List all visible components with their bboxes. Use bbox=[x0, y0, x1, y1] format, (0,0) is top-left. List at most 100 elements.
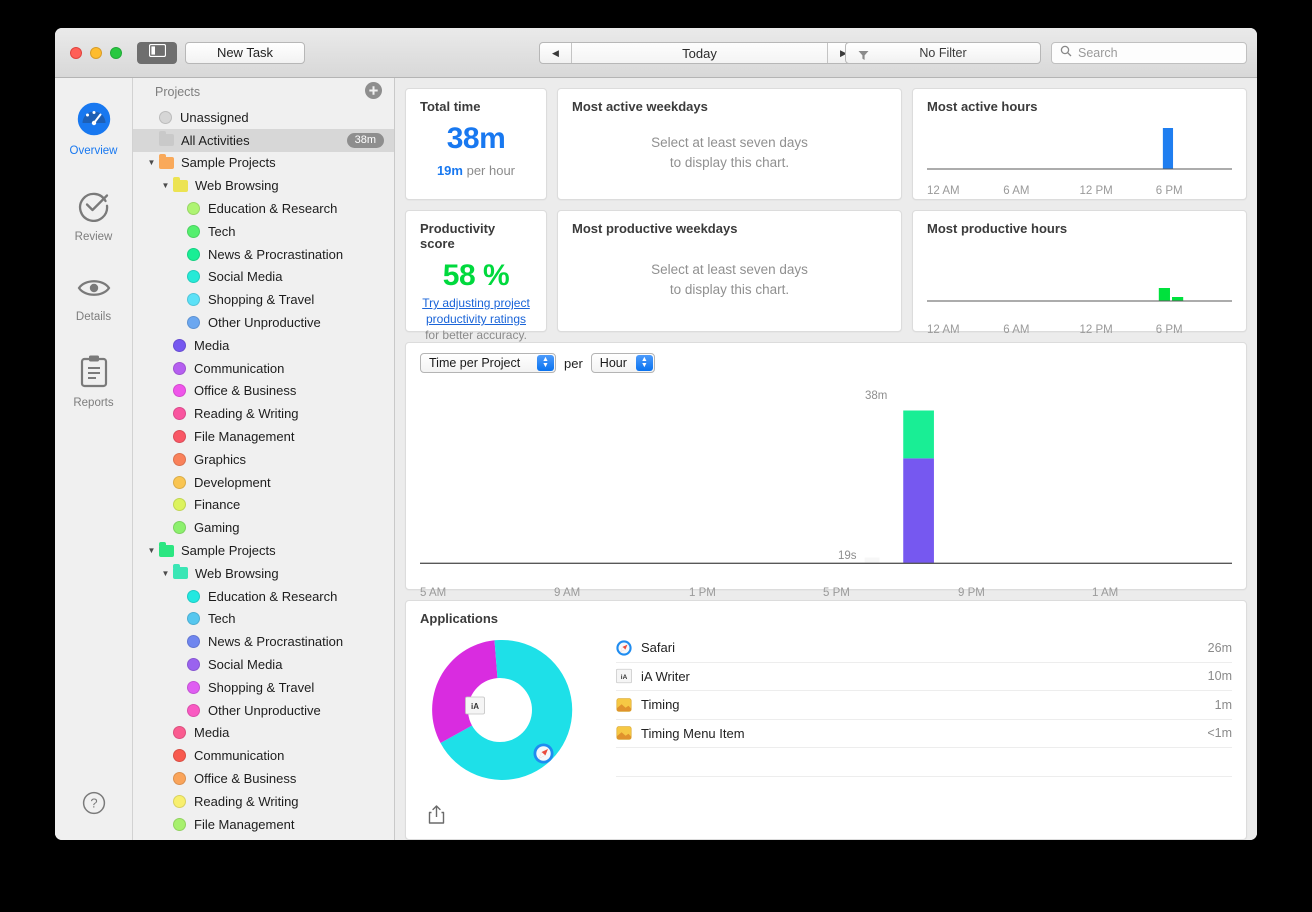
project-row-label: Communication bbox=[194, 748, 284, 763]
project-row-label: Communication bbox=[194, 361, 284, 376]
project-row[interactable]: File Management bbox=[133, 813, 394, 836]
traffic-lights bbox=[55, 47, 133, 59]
project-row[interactable]: Tech bbox=[133, 220, 394, 243]
productive-hours-tick-1: 6 AM bbox=[1003, 324, 1079, 336]
close-button[interactable] bbox=[70, 47, 82, 59]
disclosure-triangle-icon[interactable]: ▼ bbox=[159, 569, 172, 578]
applications-donut[interactable]: iA bbox=[420, 630, 602, 839]
project-row[interactable]: Social Media bbox=[133, 653, 394, 676]
safari-icon bbox=[616, 640, 632, 656]
total-time-per-hour: 19m per hour bbox=[406, 163, 546, 178]
zoom-button[interactable] bbox=[110, 47, 122, 59]
sidebar-item-reports[interactable]: Reports bbox=[60, 348, 128, 413]
project-row[interactable]: Reading & Writing bbox=[133, 402, 394, 425]
project-row-label: Shopping & Travel bbox=[208, 292, 314, 307]
sidebar-item-review[interactable]: Review bbox=[60, 182, 128, 247]
new-task-button[interactable]: New Task bbox=[185, 42, 305, 64]
plus-circle-icon[interactable] bbox=[365, 82, 382, 102]
metric-select[interactable]: Time per Project ▲▼ bbox=[420, 353, 556, 373]
svg-text:?: ? bbox=[90, 796, 97, 811]
filter-button[interactable]: No Filter bbox=[845, 42, 1041, 64]
svg-text:iA: iA bbox=[621, 674, 628, 681]
project-row[interactable]: News & Procrastination bbox=[133, 243, 394, 266]
project-color-dot bbox=[173, 749, 186, 762]
project-color-dot bbox=[173, 795, 186, 808]
project-tree[interactable]: UnassignedAll Activities38m ▼ Sample Proje… bbox=[133, 106, 394, 836]
folder-icon bbox=[159, 545, 174, 557]
project-row[interactable]: Education & Research bbox=[133, 585, 394, 608]
application-row[interactable]: Timing Menu Item<1m bbox=[616, 720, 1232, 749]
project-row[interactable]: File Management bbox=[133, 425, 394, 448]
project-row-label: Office & Business bbox=[194, 771, 296, 786]
project-row[interactable]: ▼ Sample Projects bbox=[133, 152, 394, 175]
application-duration: 26m bbox=[1208, 641, 1232, 655]
active-hours-title: Most active hours bbox=[913, 89, 1246, 114]
project-row[interactable]: Shopping & Travel bbox=[133, 676, 394, 699]
project-row[interactable]: Development bbox=[133, 471, 394, 494]
project-row[interactable]: Other Unproductive bbox=[133, 311, 394, 334]
productive-hours-ticks: 12 AM 6 AM 12 PM 6 PM bbox=[927, 324, 1232, 336]
application-row[interactable]: iAiA Writer10m bbox=[616, 663, 1232, 692]
adjust-ratings-link-line2[interactable]: productivity ratings bbox=[426, 312, 526, 326]
active-hours-chart: 12 AM 6 AM 12 PM 6 PM bbox=[913, 114, 1246, 205]
date-range-label[interactable]: Today bbox=[572, 43, 827, 63]
project-row[interactable]: Office & Business bbox=[133, 380, 394, 403]
xtick-0: 5 AM bbox=[420, 587, 446, 599]
project-row[interactable]: Education & Research bbox=[133, 197, 394, 220]
project-row[interactable]: News & Procrastination bbox=[133, 630, 394, 653]
sidebar-item-overview[interactable]: Overview bbox=[60, 96, 128, 161]
project-row[interactable]: Communication bbox=[133, 744, 394, 767]
project-row[interactable]: ▼Web Browsing bbox=[133, 174, 394, 197]
sidebar-toggle-button[interactable] bbox=[137, 42, 177, 64]
disclosure-triangle-icon[interactable]: ▼ bbox=[159, 181, 172, 190]
project-row[interactable]: Gaming bbox=[133, 516, 394, 539]
interval-select[interactable]: Hour ▲▼ bbox=[591, 353, 655, 373]
search-field[interactable] bbox=[1051, 42, 1247, 64]
project-row[interactable]: Tech bbox=[133, 608, 394, 631]
project-row[interactable]: Office & Business bbox=[133, 767, 394, 790]
search-input[interactable] bbox=[1078, 46, 1233, 60]
share-icon[interactable] bbox=[428, 805, 445, 829]
project-color-dot bbox=[187, 658, 200, 671]
productive-hours-tick-3: 6 PM bbox=[1156, 324, 1232, 336]
productivity-score-card: Productivity score 58 % Try adjusting pr… bbox=[405, 210, 547, 332]
disclosure-triangle-icon[interactable]: ▼ bbox=[145, 158, 158, 167]
project-row[interactable]: ▼Web Browsing bbox=[133, 562, 394, 585]
sidebar-item-reports-label: Reports bbox=[73, 397, 113, 409]
disclosure-triangle-icon[interactable]: ▼ bbox=[145, 546, 158, 555]
project-row[interactable]: Communication bbox=[133, 357, 394, 380]
project-row[interactable]: Media bbox=[133, 334, 394, 357]
project-row-label: Gaming bbox=[194, 520, 240, 535]
projects-sidebar[interactable]: Projects UnassignedAll Activities38m▼Sam… bbox=[133, 78, 395, 840]
project-row-label: Social Media bbox=[208, 657, 282, 672]
adjust-ratings-link-line1[interactable]: Try adjusting project bbox=[422, 296, 530, 310]
project-row[interactable]: Reading & Writing bbox=[133, 790, 394, 813]
folder-icon bbox=[159, 134, 174, 146]
navigation-rail: Overview Review Detail bbox=[55, 78, 133, 840]
previous-period-button[interactable]: ◀ bbox=[540, 43, 572, 63]
application-row[interactable]: Safari26m bbox=[616, 634, 1232, 663]
help-button[interactable]: ? bbox=[82, 791, 106, 820]
project-color-dot bbox=[173, 818, 186, 831]
sidebar-item-review-label: Review bbox=[75, 231, 113, 243]
application-row[interactable]: Timing1m bbox=[616, 691, 1232, 720]
titlebar: New Task ◀ Today ▶ No Fil bbox=[55, 28, 1257, 78]
project-row[interactable]: Finance bbox=[133, 494, 394, 517]
new-task-label: New Task bbox=[217, 45, 273, 60]
project-row[interactable]: Other Unproductive bbox=[133, 699, 394, 722]
applications-list[interactable]: Safari26miAiA Writer10mTiming1mTiming Me… bbox=[602, 630, 1232, 839]
project-row[interactable]: Media bbox=[133, 722, 394, 745]
project-color-dot bbox=[187, 316, 200, 329]
project-row-label: Shopping & Travel bbox=[208, 680, 314, 695]
project-row-label: Sample Projects bbox=[181, 155, 276, 170]
active-hours-tick-2: 12 PM bbox=[1080, 185, 1156, 197]
project-row[interactable]: Shopping & Travel bbox=[133, 288, 394, 311]
project-row[interactable]: All Activities38m bbox=[133, 129, 394, 152]
project-row[interactable]: Unassigned bbox=[133, 106, 394, 129]
sidebar-item-details[interactable]: Details bbox=[60, 268, 128, 327]
project-row[interactable]: ▼Sample Projects bbox=[133, 539, 394, 562]
minimize-button[interactable] bbox=[90, 47, 102, 59]
project-row[interactable]: Graphics bbox=[133, 448, 394, 471]
filter-label: No Filter bbox=[846, 46, 1040, 60]
project-row[interactable]: Social Media bbox=[133, 266, 394, 289]
